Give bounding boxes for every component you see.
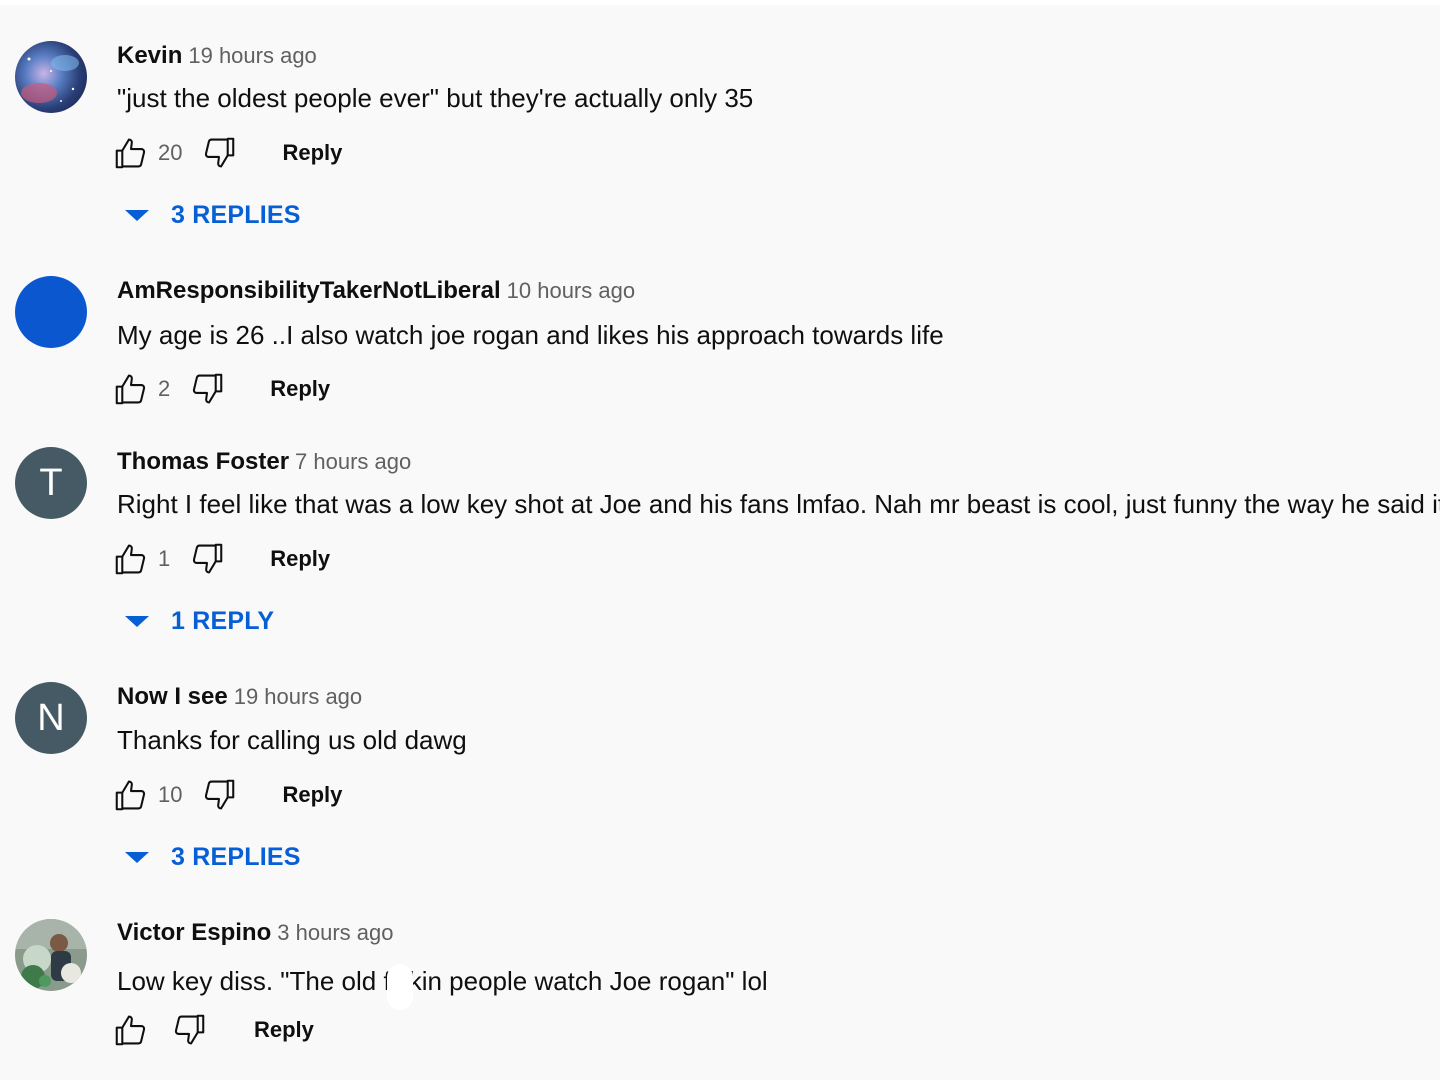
thumbs-up-icon — [115, 374, 146, 405]
comment-author[interactable]: Now I see — [117, 683, 228, 710]
avatar[interactable] — [15, 276, 87, 348]
thumbs-up-icon — [115, 138, 146, 169]
view-replies-button[interactable]: 1 REPLY — [125, 607, 274, 636]
thumbs-up-icon — [115, 544, 146, 575]
comment-text: My age is 26 ..I also watch joe rogan an… — [117, 320, 944, 350]
comment-time[interactable]: 7 hours ago — [295, 449, 411, 474]
caret-down-icon — [125, 210, 149, 221]
comment-author[interactable]: Thomas Foster — [117, 448, 289, 475]
avatar[interactable]: N — [15, 682, 87, 754]
comment-header: Now I see 19 hours ago — [117, 683, 362, 711]
comment-text-part: Low key diss. "The old f — [117, 965, 391, 996]
dislike-button[interactable] — [200, 134, 238, 172]
replies-label: 3 REPLIES — [171, 201, 301, 229]
comment-time[interactable]: 19 hours ago — [188, 43, 316, 68]
reply-button[interactable]: Reply — [270, 376, 330, 402]
comment-author[interactable]: Kevin — [117, 42, 182, 69]
comment-author[interactable]: AmResponsibilityTakerNotLiberal — [117, 277, 501, 304]
avatar[interactable] — [15, 41, 87, 113]
comment-time[interactable]: 3 hours ago — [277, 920, 393, 945]
dislike-button[interactable] — [200, 776, 238, 814]
comment-actions: Reply — [112, 1010, 314, 1050]
dislike-button[interactable] — [188, 370, 226, 408]
comment-text: Right I feel like that was a low key sho… — [117, 489, 1440, 519]
view-replies-button[interactable]: 3 REPLIES — [125, 843, 301, 872]
comment-text: Thanks for calling us old dawg — [117, 725, 467, 755]
like-button[interactable] — [112, 1011, 150, 1049]
caret-down-icon — [125, 852, 149, 863]
comment-text-part: kin people watch Joe rogan" lol — [408, 965, 768, 996]
like-count: 20 — [158, 140, 183, 165]
avatar-letter: N — [37, 696, 65, 739]
reply-button[interactable]: Reply — [282, 782, 342, 808]
like-button[interactable] — [112, 540, 150, 578]
thumbs-down-icon — [174, 1014, 205, 1045]
comment-text: Low key diss. "The old f kin people watch… — [117, 960, 768, 1010]
comment-time[interactable]: 10 hours ago — [507, 278, 635, 303]
thumbs-down-icon — [193, 373, 223, 404]
replies-label: 1 REPLY — [171, 607, 275, 635]
dislike-button[interactable] — [188, 540, 226, 578]
comment-actions: 10 Reply — [112, 775, 342, 815]
comment-header: Thomas Foster 7 hours ago — [117, 448, 411, 476]
comment-author[interactable]: Victor Espino — [117, 919, 271, 946]
like-count: 2 — [158, 376, 171, 401]
thumbs-up-icon — [115, 780, 146, 811]
like-button[interactable] — [112, 370, 150, 408]
comment-header: Victor Espino 3 hours ago — [117, 919, 393, 947]
reply-button[interactable]: Reply — [270, 546, 330, 572]
comments-list: Kevin 19 hours ago "just the oldest peopl… — [0, 0, 1440, 1080]
thumbs-down-icon — [205, 137, 235, 168]
reply-button[interactable]: Reply — [254, 1017, 314, 1043]
comment-actions: 20 Reply — [112, 133, 342, 173]
caret-down-icon — [125, 616, 149, 627]
avatar[interactable] — [15, 919, 87, 991]
dislike-button[interactable] — [170, 1011, 208, 1049]
like-count: 10 — [158, 782, 183, 807]
avatar-letter: T — [39, 461, 63, 504]
avatar[interactable]: T — [15, 447, 87, 519]
comment-time[interactable]: 19 hours ago — [234, 684, 362, 709]
comment-text: "just the oldest people ever" but they'r… — [117, 83, 754, 113]
comment-header: AmResponsibilityTakerNotLiberal 10 hours … — [117, 277, 635, 305]
thumbs-up-icon — [115, 1015, 146, 1046]
like-count: 1 — [158, 546, 171, 571]
thumbs-down-icon — [205, 779, 235, 810]
censor-blot — [386, 964, 413, 1010]
thumbs-down-icon — [193, 543, 223, 574]
like-button[interactable] — [112, 134, 150, 172]
like-button[interactable] — [112, 776, 150, 814]
replies-label: 3 REPLIES — [171, 843, 301, 871]
comment-header: Kevin 19 hours ago — [117, 42, 317, 70]
comment-actions: 1 Reply — [112, 539, 330, 579]
reply-button[interactable]: Reply — [282, 140, 342, 166]
comment-actions: 2 Reply — [112, 369, 330, 409]
view-replies-button[interactable]: 3 REPLIES — [125, 201, 301, 230]
